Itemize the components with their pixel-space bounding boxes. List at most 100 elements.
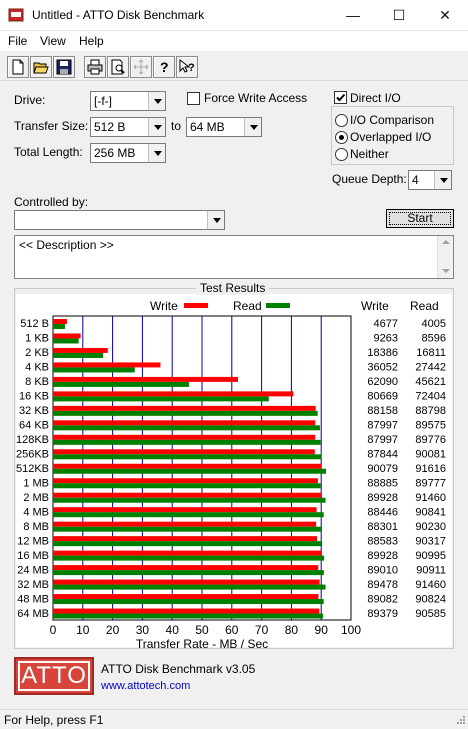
write-value: 18386 (367, 347, 398, 359)
x-tick-label: 40 (166, 623, 180, 637)
write-value: 87844 (367, 449, 398, 461)
read-bar (53, 584, 326, 590)
read-value: 90230 (415, 521, 446, 533)
write-bar (53, 420, 316, 426)
category-label: 256KB (16, 449, 49, 461)
write-value: 89379 (367, 608, 398, 620)
write-value: 87997 (367, 434, 398, 446)
read-bar (53, 439, 321, 445)
category-label: 512KB (16, 463, 49, 475)
read-value: 91460 (415, 579, 446, 591)
read-bar (53, 468, 327, 474)
write-value: 88446 (367, 506, 398, 518)
read-value: 27442 (415, 362, 446, 374)
write-value: 89010 (367, 564, 398, 576)
website-link[interactable]: www.attotech.com (101, 680, 190, 692)
write-value: 62090 (367, 376, 398, 388)
read-value: 89776 (415, 434, 446, 446)
write-value: 88158 (367, 405, 398, 417)
legend-write-label: Write (150, 299, 178, 313)
write-value: 9263 (374, 333, 398, 345)
read-value: 90824 (415, 593, 446, 605)
read-value: 89777 (415, 477, 446, 489)
legend-read-swatch (266, 303, 290, 308)
write-bar (53, 536, 317, 542)
read-value: 90585 (415, 608, 446, 620)
read-value: 90995 (415, 550, 446, 562)
read-bar (53, 512, 324, 518)
category-label: 2 MB (23, 492, 49, 504)
atto-logo-text: ATTO (18, 661, 90, 691)
category-label: 1 MB (23, 477, 49, 489)
write-bar (53, 391, 294, 397)
read-value: 90081 (415, 449, 446, 461)
read-bar (53, 367, 135, 373)
category-label: 8 KB (25, 376, 49, 388)
write-value: 88885 (367, 477, 398, 489)
category-label: 32 KB (19, 405, 49, 417)
read-value: 4005 (422, 318, 446, 330)
read-value: 8596 (422, 333, 446, 345)
x-tick-label: 30 (136, 623, 150, 637)
resize-grip-icon[interactable] (454, 715, 466, 727)
category-label: 12 MB (17, 535, 49, 547)
read-bar (53, 425, 320, 431)
read-bar (53, 599, 324, 605)
read-column-header: Read (410, 299, 439, 313)
category-label: 16 MB (17, 550, 49, 562)
write-column-header: Write (361, 299, 389, 313)
category-label: 1 KB (25, 333, 49, 345)
read-bar (53, 454, 322, 460)
x-tick-label: 70 (255, 623, 269, 637)
read-bar (53, 352, 104, 358)
read-value: 88798 (415, 405, 446, 417)
write-bar (53, 347, 108, 353)
read-bar (53, 324, 65, 329)
write-value: 4677 (374, 318, 398, 330)
category-label: 48 MB (17, 593, 49, 605)
write-value: 36052 (367, 362, 398, 374)
product-version: ATTO Disk Benchmark v3.05 (101, 662, 256, 676)
write-bar (53, 521, 317, 527)
write-value: 87997 (367, 420, 398, 432)
atto-logo: ATTO (14, 657, 94, 695)
write-value: 80669 (367, 391, 398, 403)
write-bar (53, 565, 319, 571)
write-value: 88301 (367, 521, 398, 533)
read-value: 90317 (415, 535, 446, 547)
category-label: 64 KB (19, 420, 49, 432)
write-bar (53, 362, 161, 368)
write-bar (53, 333, 81, 339)
write-bar (53, 449, 315, 455)
category-label: 16 KB (19, 391, 49, 403)
read-value: 91460 (415, 492, 446, 504)
read-bar (53, 555, 325, 561)
x-tick-label: 20 (106, 623, 120, 637)
write-bar (53, 507, 317, 513)
read-bar (53, 541, 323, 547)
write-value: 89478 (367, 579, 398, 591)
results-chart: 0 10 20 30 40 50 60 70 80 90 100 Transfer Rate - MB… (16, 315, 446, 651)
status-bar: For Help, press F1 (0, 709, 468, 729)
read-bar (53, 526, 322, 532)
write-bar (53, 492, 321, 498)
legend-read-label: Read (233, 299, 262, 313)
read-bar (53, 381, 189, 387)
category-label: 512 B (20, 318, 49, 330)
read-value: 45621 (415, 376, 446, 388)
x-tick-label: 60 (225, 623, 239, 637)
write-value: 88583 (367, 535, 398, 547)
read-value: 91616 (415, 463, 446, 475)
read-value: 90911 (416, 564, 446, 576)
read-bar (53, 483, 321, 489)
write-bar (53, 550, 321, 556)
write-bar (53, 579, 320, 585)
write-value: 89928 (367, 492, 398, 504)
write-bar (53, 376, 239, 382)
write-bar (53, 608, 320, 614)
write-bar (53, 594, 319, 600)
x-tick-label: 80 (285, 623, 299, 637)
x-tick-label: 100 (341, 623, 361, 637)
read-value: 72404 (415, 391, 446, 403)
read-bar (53, 338, 79, 344)
